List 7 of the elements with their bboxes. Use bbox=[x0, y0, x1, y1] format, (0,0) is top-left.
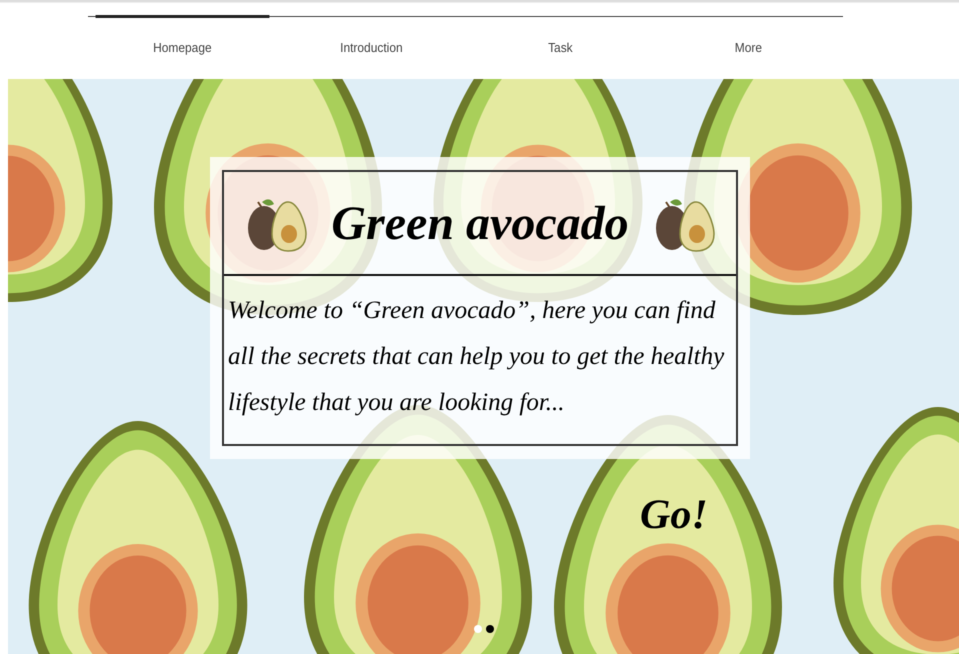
nav-tab[interactable]: Task bbox=[473, 15, 647, 60]
nav-tab[interactable]: Introduction bbox=[284, 15, 458, 60]
go-button[interactable]: Go! bbox=[640, 491, 708, 539]
site-title: Green avocado bbox=[331, 196, 629, 250]
welcome-text: Welcome to “Green avocado”, here you can find all the secrets that can help you to get the healthy lifestyle that you are looking for... bbox=[228, 296, 726, 418]
nav-tab[interactable]: More bbox=[662, 15, 836, 60]
nav-tab[interactable]: Homepage bbox=[96, 15, 270, 60]
